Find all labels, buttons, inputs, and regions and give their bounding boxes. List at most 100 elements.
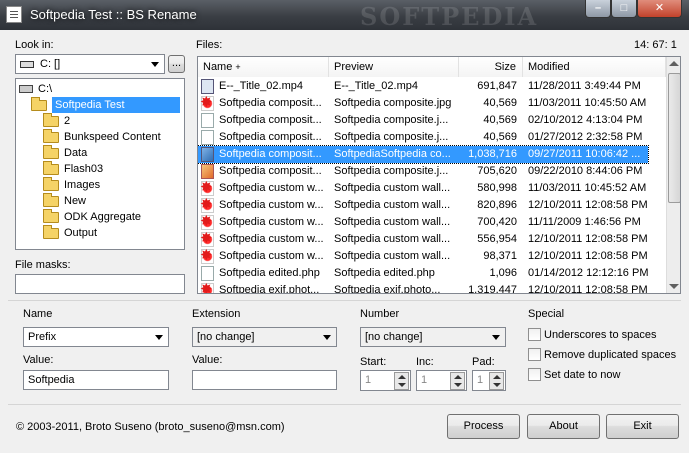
vertical-scrollbar[interactable] <box>666 57 680 293</box>
tree-item-label: Images <box>64 179 101 191</box>
folder-icon <box>43 208 59 223</box>
softpedia-file-icon <box>200 247 214 264</box>
folder-icon <box>43 128 59 143</box>
browse-button[interactable]: ... <box>168 55 185 73</box>
cell-name: Softpedia custom w... <box>219 233 324 245</box>
extension-mode-select[interactable]: [no change] <box>192 327 337 347</box>
table-row[interactable]: Softpedia exif.phot... Softpedia exif.pho… <box>198 281 648 294</box>
name-mode-value: Prefix <box>28 331 57 343</box>
table-row[interactable]: Softpedia custom w... Softpedia custom wa… <box>198 230 648 248</box>
maximize-button[interactable]: □ <box>611 0 637 18</box>
table-row[interactable]: Softpedia custom w... Softpedia custom wa… <box>198 213 648 231</box>
folder-tree[interactable]: C:\ Softpedia Test 2 Bunkspeed Content Data F… <box>15 78 185 250</box>
column-header-modified[interactable]: Modified <box>523 57 666 77</box>
tree-item[interactable]: 2 <box>43 112 70 129</box>
cell-preview: Softpedia custom wall... <box>334 233 451 245</box>
number-mode-select[interactable]: [no change] <box>360 327 506 347</box>
footer-divider <box>8 404 681 405</box>
close-button[interactable]: ✕ <box>637 0 682 18</box>
exit-button[interactable]: Exit <box>606 414 679 439</box>
process-button[interactable]: Process <box>447 414 520 439</box>
softpedia-file-icon <box>200 179 214 196</box>
tree-item[interactable]: Bunkspeed Content <box>43 128 161 145</box>
table-row[interactable]: E--_Title_02.mp4 E--_Title_02.mp4 691,847 1… <box>198 78 648 95</box>
extension-group-title: Extension <box>192 308 241 320</box>
cell-modified: 11/03/2011 10:45:50 AM <box>528 97 647 109</box>
remove-duplicated-spaces-checkbox[interactable] <box>528 348 541 361</box>
underscores-label[interactable]: Underscores to spaces <box>544 329 657 341</box>
title-bar[interactable]: Softpedia Test :: BS Rename SOFTPEDIA – … <box>0 0 689 31</box>
spinner-arrows-icon[interactable] <box>394 372 409 390</box>
underscores-checkbox[interactable] <box>528 328 541 341</box>
file-list[interactable]: Name + Preview Size Modified E--_Title_0… <box>197 56 681 294</box>
about-button[interactable]: About <box>527 414 600 439</box>
tree-item[interactable]: Output <box>43 224 97 241</box>
column-header-name[interactable]: Name + <box>198 57 329 77</box>
column-header-size[interactable]: Size <box>459 57 523 77</box>
file-masks-label: File masks: <box>15 259 71 271</box>
table-row[interactable]: Softpedia composit... Softpedia composite… <box>198 163 648 180</box>
start-spinner[interactable]: 1 <box>360 370 411 391</box>
cell-size: 1,319,447 <box>468 284 517 294</box>
file-masks-input[interactable] <box>15 274 185 294</box>
image-file-icon <box>201 147 214 162</box>
tree-item[interactable]: C:\ <box>19 81 52 97</box>
table-row[interactable]: Softpedia edited.php Softpedia edited.php… <box>198 265 648 282</box>
cell-preview: Softpedia custom wall... <box>334 250 451 262</box>
inc-spinner[interactable]: 1 <box>416 370 467 391</box>
pad-spinner[interactable]: 1 <box>472 370 506 391</box>
files-count: 14: 67: 1 <box>634 39 677 51</box>
tree-item[interactable]: ODK Aggregate <box>43 208 141 225</box>
drive-select[interactable]: C: [] <box>15 54 165 74</box>
column-header-preview[interactable]: Preview <box>329 57 459 77</box>
table-row[interactable]: Softpedia composit... SoftpediaSoftpedia … <box>198 145 649 164</box>
cell-name: Softpedia custom w... <box>219 216 324 228</box>
name-value-input[interactable]: Softpedia <box>23 370 169 390</box>
document-file-icon <box>201 266 214 281</box>
column-name-label: Name <box>203 61 233 73</box>
cell-preview: Softpedia exif.photo... <box>334 284 441 294</box>
set-date-label[interactable]: Set date to now <box>544 369 620 381</box>
scroll-down-icon[interactable] <box>669 284 679 289</box>
table-row[interactable]: Softpedia custom w... Softpedia custom wa… <box>198 196 648 214</box>
spinner-arrows-icon[interactable] <box>489 372 504 390</box>
tree-item-label: Bunkspeed Content <box>64 131 161 143</box>
cell-modified: 01/14/2012 12:12:16 PM <box>528 267 649 279</box>
cell-name: Softpedia composit... <box>219 97 322 109</box>
table-row[interactable]: Softpedia composit... Softpedia composite… <box>198 94 648 112</box>
name-mode-select[interactable]: Prefix <box>23 327 169 347</box>
cell-name: Softpedia custom w... <box>219 199 324 211</box>
tree-item[interactable]: Flash03 <box>43 160 103 177</box>
minimize-button[interactable]: – <box>585 0 611 18</box>
cell-modified: 12/10/2011 12:08:58 PM <box>528 250 648 262</box>
cell-size: 700,420 <box>477 216 517 228</box>
document-file-icon <box>201 113 214 128</box>
cell-modified: 11/03/2011 10:45:52 AM <box>528 182 647 194</box>
tree-item[interactable]: Data <box>43 144 87 161</box>
remove-duplicated-spaces-label[interactable]: Remove duplicated spaces <box>544 349 676 361</box>
look-in-label: Look in: <box>15 39 54 51</box>
files-label: Files: <box>196 39 223 51</box>
scroll-up-icon[interactable] <box>669 61 679 66</box>
cell-preview: SoftpediaSoftpedia co... <box>334 148 451 160</box>
table-row[interactable]: Softpedia custom w... Softpedia custom wa… <box>198 247 648 265</box>
cell-size: 40,569 <box>483 131 517 143</box>
cell-name: Softpedia composit... <box>219 165 322 177</box>
cell-preview: Softpedia edited.php <box>334 267 435 279</box>
tree-item-label: New <box>64 195 87 207</box>
name-value-label: Value: <box>23 354 54 366</box>
set-date-checkbox[interactable] <box>528 368 541 381</box>
inc-value: 1 <box>421 374 428 386</box>
spinner-arrows-icon[interactable] <box>450 372 465 390</box>
table-row[interactable]: Softpedia composit... Softpedia composite… <box>198 129 648 146</box>
tree-item[interactable]: Images <box>43 176 101 193</box>
tree-item[interactable]: New <box>43 192 87 209</box>
cell-size: 691,847 <box>477 80 517 92</box>
extension-value-input[interactable] <box>192 370 337 390</box>
tree-item[interactable]: Softpedia Test <box>31 96 180 113</box>
table-row[interactable]: Softpedia composit... Softpedia composite… <box>198 112 648 129</box>
start-value: 1 <box>365 374 372 386</box>
cell-name: Softpedia edited.php <box>219 267 320 279</box>
scrollbar-thumb[interactable] <box>668 73 680 203</box>
table-row[interactable]: Softpedia custom w... Softpedia custom wa… <box>198 179 648 197</box>
